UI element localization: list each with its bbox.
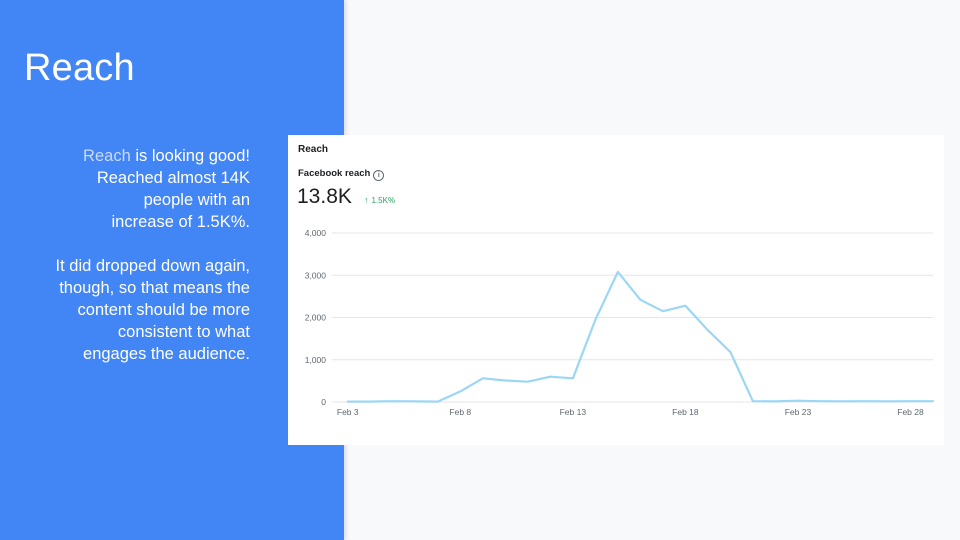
reach-series-line: [346, 270, 935, 403]
x-tick-label: Feb 18: [672, 407, 699, 417]
body-text: Reach is looking good! Reached almost 14…: [20, 145, 250, 365]
x-tick-label: Feb 23: [785, 407, 812, 417]
body-para2-line-4: consistent to what: [117, 323, 250, 341]
x-tick-label: Feb 28: [897, 407, 924, 417]
slide: Reach Reach is looking good! Reached alm…: [0, 0, 960, 540]
y-tick-label: 4,000: [305, 228, 327, 238]
y-tick-label: 3,000: [305, 270, 327, 280]
body-line-4: increase of 1.5K%.: [111, 213, 251, 231]
y-tick-label: 1,000: [305, 355, 327, 365]
x-tick-label: Feb 3: [337, 407, 359, 417]
highlight-word: Reach: [83, 147, 131, 165]
reach-chart-card: Reach Facebook reach i 13.8K ↑ 1.5K% 0 1,00…: [288, 135, 944, 445]
body-line-1: Reach is looking good!: [20, 145, 250, 167]
body-line-2: Reached almost 14K: [96, 169, 250, 187]
body-para2-line-5: engages the audience.: [83, 345, 250, 363]
body-line-3: people with an: [143, 191, 250, 209]
body-para2-line-2: though, so that means the: [59, 279, 250, 297]
reach-line-chart: 0 1,000 2,000 3,000 4,000 Feb 3 Feb 8 Feb 13 Feb…: [305, 228, 935, 417]
body-line-1-rest: is looking good!: [130, 147, 250, 165]
slide-title: Reach: [24, 47, 135, 89]
y-tick-label: 0: [321, 397, 326, 407]
body-para2-line-3: content should be more: [77, 301, 250, 319]
body-para2-line-1: It did dropped down again,: [55, 257, 250, 275]
y-tick-label: 2,000: [305, 313, 327, 323]
x-tick-label: Feb 13: [560, 407, 587, 417]
x-tick-label: Feb 8: [449, 407, 471, 417]
